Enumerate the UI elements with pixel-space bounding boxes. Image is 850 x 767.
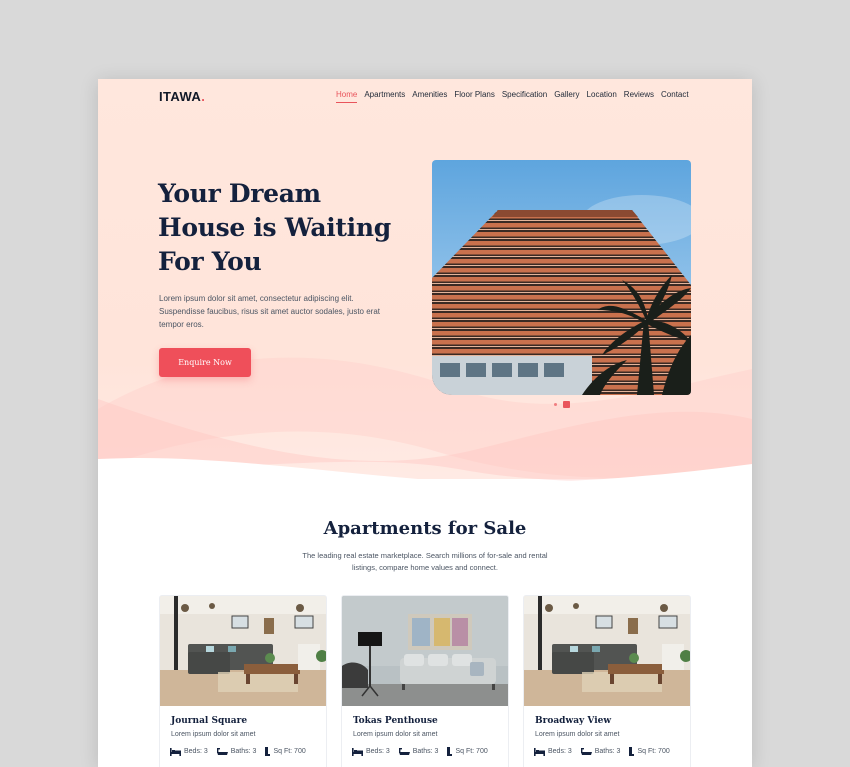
card-title: Journal Square (171, 716, 248, 726)
nav-floor-plans[interactable]: Floor Plans (454, 90, 494, 99)
nav-apartments[interactable]: Apartments (364, 90, 405, 99)
area-info: Sq Ft: 700 (447, 747, 488, 756)
nav-location[interactable]: Location (587, 90, 617, 99)
card-title: Broadway View (535, 716, 612, 726)
bed-icon (352, 747, 363, 756)
section-title: Apartments for Sale (323, 518, 527, 539)
logo-dot: . (201, 89, 206, 104)
baths-text: Baths: 3 (412, 748, 439, 755)
card-subtitle: Lorem ipsum dolor sit amet (171, 731, 256, 738)
area-text: Sq Ft: 700 (637, 748, 670, 755)
logo[interactable]: ITAWA. (159, 89, 205, 104)
hero-description: Lorem ipsum dolor sit amet, consectetur … (159, 294, 380, 329)
beds-info: Beds: 3 (170, 747, 208, 756)
nav-home[interactable]: Home (336, 90, 358, 103)
living-room-image (342, 596, 508, 706)
area-text: Sq Ft: 700 (455, 748, 488, 755)
baths-info: Baths: 3 (216, 747, 257, 756)
bathtub-icon (398, 747, 410, 755)
hero-title: Your Dream House is Waiting For You (158, 179, 391, 276)
baths-text: Baths: 3 (230, 748, 257, 755)
nav-gallery[interactable]: Gallery (554, 90, 579, 99)
card-subtitle: Lorem ipsum dolor sit amet (535, 731, 620, 738)
bed-icon (170, 747, 181, 756)
bed-icon (534, 747, 545, 756)
baths-info: Baths: 3 (580, 747, 621, 756)
card-title: Tokas Penthouse (353, 716, 438, 726)
area-info: Sq Ft: 700 (265, 747, 306, 756)
living-room-image (524, 596, 690, 706)
slider-dot[interactable] (554, 403, 557, 406)
beds-text: Beds: 3 (366, 748, 390, 755)
card-meta: Beds: 3 Baths: 3 Sq Ft: 700 (352, 747, 488, 756)
area-icon (629, 747, 635, 756)
slider-dot-active[interactable] (563, 401, 570, 408)
logo-text: ITAWA (159, 89, 202, 104)
nav-specification[interactable]: Specification (502, 90, 547, 99)
bathtub-icon (216, 747, 228, 755)
nav-contact[interactable]: Contact (661, 90, 689, 99)
area-text: Sq Ft: 700 (273, 748, 306, 755)
enquire-now-button[interactable]: Enquire Now (159, 348, 251, 377)
beds-info: Beds: 3 (352, 747, 390, 756)
hero-slider-dots (554, 401, 570, 408)
card-subtitle: Lorem ipsum dolor sit amet (353, 731, 438, 738)
landing-page: ITAWA. Home Apartments Amenities Floor P… (98, 79, 752, 767)
beds-info: Beds: 3 (534, 747, 572, 756)
bathtub-icon (580, 747, 592, 755)
card-meta: Beds: 3 Baths: 3 Sq Ft: 700 (534, 747, 670, 756)
apartment-card[interactable]: Journal Square Lorem ipsum dolor sit ame… (159, 595, 327, 767)
area-info: Sq Ft: 700 (629, 747, 670, 756)
apartment-card[interactable]: Tokas Penthouse Lorem ipsum dolor sit am… (341, 595, 509, 767)
area-icon (447, 747, 453, 756)
hero-building-image (432, 160, 691, 395)
section-description: The leading real estate marketplace. Sea… (302, 551, 548, 572)
baths-info: Baths: 3 (398, 747, 439, 756)
nav-reviews[interactable]: Reviews (624, 90, 654, 99)
area-icon (265, 747, 271, 756)
beds-text: Beds: 3 (184, 748, 208, 755)
main-nav: Home Apartments Amenities Floor Plans Sp… (336, 90, 689, 103)
beds-text: Beds: 3 (548, 748, 572, 755)
apartment-card[interactable]: Broadway View Lorem ipsum dolor sit amet… (523, 595, 691, 767)
card-meta: Beds: 3 Baths: 3 Sq Ft: 700 (170, 747, 306, 756)
living-room-image (160, 596, 326, 706)
baths-text: Baths: 3 (594, 748, 621, 755)
nav-amenities[interactable]: Amenities (412, 90, 447, 99)
